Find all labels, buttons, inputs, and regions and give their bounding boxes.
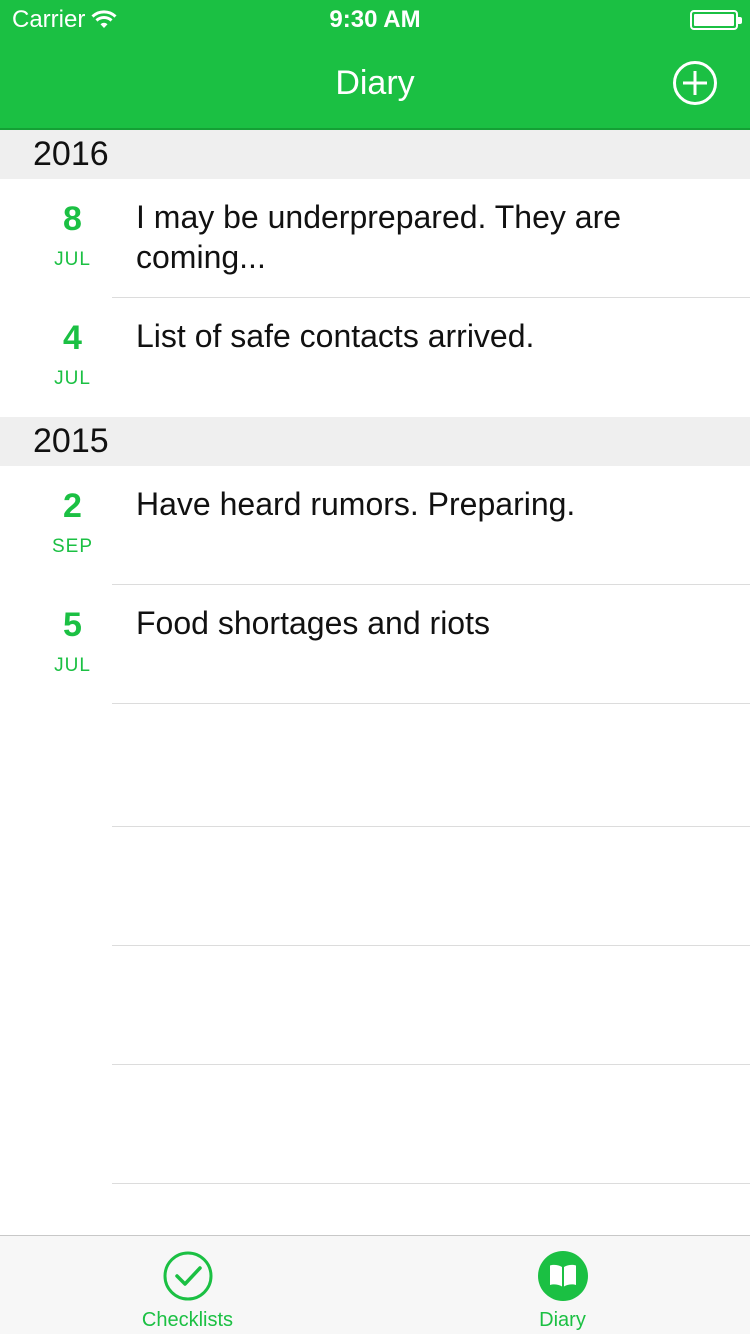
entry-text: I may be underprepared. They are coming.… (136, 199, 622, 275)
list-item[interactable]: 4 JUL List of safe contacts arrived. (0, 298, 750, 417)
check-circle-icon (163, 1251, 212, 1301)
book-icon (537, 1251, 588, 1301)
status-bar: Carrier 9:30 AM (0, 0, 750, 40)
entry-date: 8 JUL (0, 199, 145, 271)
entry-month: JUL (54, 655, 91, 676)
status-time: 9:30 AM (329, 6, 421, 33)
list-item[interactable]: 2 SEP Have heard rumors. Preparing. (0, 466, 750, 585)
section-header-2016: 2016 (0, 130, 750, 179)
entry-text: Have heard rumors. Preparing. (136, 486, 576, 522)
entry-text: Food shortages and riots (136, 605, 490, 641)
empty-row-divider (112, 826, 750, 827)
entry-day: 5 (63, 606, 82, 644)
entry-month: JUL (54, 249, 91, 270)
section-header-2015: 2015 (0, 417, 750, 466)
tab-bar: Checklists Diary (0, 1235, 750, 1334)
page-title: Diary (335, 64, 415, 102)
entry-text: List of safe contacts arrived. (136, 318, 535, 354)
tab-label: Diary (539, 1309, 586, 1331)
tab-label: Checklists (141, 1309, 234, 1331)
list-item[interactable]: 5 JUL Food shortages and riots (0, 585, 750, 704)
diary-list: 2016 8 JUL I may be underprepared. They … (0, 130, 750, 704)
entry-date: 4 JUL (0, 318, 145, 390)
entry-day: 8 (63, 200, 82, 238)
row-divider (112, 703, 750, 704)
empty-row-divider (112, 1183, 750, 1184)
entry-date: 5 JUL (0, 605, 145, 677)
navigation-bar: Carrier 9:30 AM Diary (0, 0, 750, 130)
tab-checklists[interactable]: Checklists (0, 1236, 375, 1334)
entry-month: SEP (51, 536, 94, 557)
entry-day: 4 (63, 319, 82, 357)
empty-row-divider (112, 1064, 750, 1065)
empty-row-divider (112, 945, 750, 946)
entry-day: 2 (63, 487, 82, 525)
battery-icon (690, 10, 742, 30)
list-item[interactable]: 8 JUL I may be underprepared. They are c… (0, 179, 750, 298)
entry-date: 2 SEP (0, 486, 145, 558)
add-entry-button[interactable] (672, 60, 718, 106)
tab-diary[interactable]: Diary (375, 1236, 750, 1334)
entry-month: JUL (54, 368, 91, 389)
